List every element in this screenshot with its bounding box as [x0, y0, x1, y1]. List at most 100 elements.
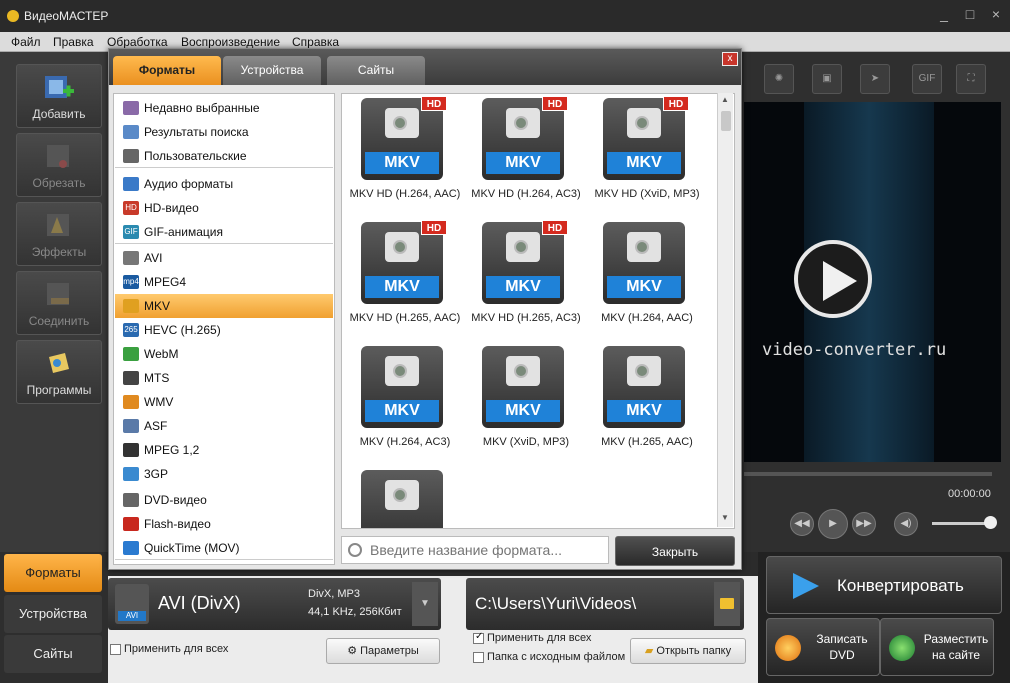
scroll-up-icon[interactable]: ▲: [721, 95, 729, 104]
category-item[interactable]: 3GP: [115, 462, 333, 486]
format-tile[interactable]: MKV HD MKV HD (H.265, AAC): [345, 216, 460, 336]
category-item[interactable]: Недавно выбранные: [115, 96, 333, 120]
speed-icon[interactable]: ➤: [860, 64, 890, 94]
format-tile[interactable]: MKV HD MKV HD (XviD, MP3): [587, 94, 700, 212]
format-tile[interactable]: MKV MKV (H.264, AC3): [345, 340, 455, 460]
dialog-close-button[interactable]: Закрыть: [615, 536, 735, 566]
category-item[interactable]: MPEG 1,2: [115, 438, 333, 462]
title-bar: ВидеоМАСТЕР _ □ ×: [0, 0, 1010, 32]
scroll-down-icon[interactable]: ▼: [721, 513, 729, 522]
volume-icon[interactable]: ◀): [894, 512, 918, 536]
close-window-button[interactable]: ×: [986, 6, 1006, 24]
category-item[interactable]: Пользовательские: [115, 144, 333, 168]
format-badge: MKV: [486, 276, 560, 298]
menu-edit[interactable]: Правка: [53, 35, 94, 49]
category-item[interactable]: WebM: [115, 342, 333, 366]
format-tile[interactable]: MKV MKV (H.265, AAC): [587, 340, 697, 460]
format-tile[interactable]: MKV HD MKV HD (H.265, AC3): [466, 216, 581, 336]
format-grid-scrollbar[interactable]: ▲ ▼: [717, 93, 733, 527]
publish-web-button[interactable]: Разместить на сайте: [880, 618, 994, 676]
video-camera-icon: MKV: [603, 222, 685, 304]
tab-sites[interactable]: Сайты: [4, 635, 102, 673]
maximize-button[interactable]: □: [960, 6, 980, 24]
fullscreen-icon[interactable]: ⛶: [956, 64, 986, 94]
bottom-tabs: Форматы Устройства Сайты: [0, 552, 108, 683]
format-tile[interactable]: MKV MKV (H.264, AAC): [587, 216, 697, 336]
scroll-thumb[interactable]: [721, 111, 731, 131]
burn-dvd-button[interactable]: Записать DVD: [766, 618, 880, 676]
category-item[interactable]: AVI: [115, 246, 333, 270]
dialog-tab-formats[interactable]: Форматы: [113, 56, 221, 85]
category-label: AVI: [144, 251, 163, 265]
category-item[interactable]: Flash-видео: [115, 512, 333, 536]
category-item[interactable]: Аудио форматы: [115, 172, 333, 196]
play-button[interactable]: ▶: [818, 509, 848, 539]
category-item[interactable]: DVD-видео: [115, 488, 333, 512]
format-search-input[interactable]: [370, 540, 604, 560]
format-tile[interactable]: MKV HD MKV HD (H.264, AC3): [466, 94, 581, 212]
minimize-button[interactable]: _: [934, 6, 954, 24]
category-item[interactable]: GIF GIF-анимация: [115, 220, 333, 244]
menu-process[interactable]: Обработка: [107, 35, 168, 49]
category-item[interactable]: Результаты поиска: [115, 120, 333, 144]
open-folder-button[interactable]: ▰ Открыть папку: [630, 638, 746, 664]
rewind-button[interactable]: ◀◀: [790, 512, 814, 536]
video-camera-icon: MKV: [603, 346, 685, 428]
dialog-tab-sites[interactable]: Сайты: [327, 56, 425, 85]
category-item[interactable]: mp4 MPEG4: [115, 270, 333, 294]
timeline-slider[interactable]: [744, 472, 992, 476]
dialog-close-icon[interactable]: x: [722, 52, 738, 66]
category-item[interactable]: QuickTime (MOV): [115, 536, 333, 560]
dvd-icon: [123, 493, 139, 507]
apply-all-format-checkbox[interactable]: [110, 644, 121, 655]
big-play-icon[interactable]: [794, 240, 872, 318]
category-item[interactable]: MTS: [115, 366, 333, 390]
gif-icon[interactable]: GIF: [912, 64, 942, 94]
category-item[interactable]: WMV: [115, 390, 333, 414]
phone-icon: [123, 467, 139, 481]
output-path-box[interactable]: C:\Users\Yuri\Videos\: [466, 578, 744, 630]
category-item[interactable]: ASF: [115, 414, 333, 438]
forward-button[interactable]: ▶▶: [852, 512, 876, 536]
tab-formats[interactable]: Форматы: [4, 554, 102, 592]
format-tile[interactable]: MKV HD MKV HD (H.264, AAC): [345, 94, 460, 212]
volume-knob[interactable]: [984, 516, 997, 529]
menu-playback[interactable]: Воспроизведение: [181, 35, 280, 49]
volume-slider[interactable]: [932, 522, 992, 525]
chevron-down-icon[interactable]: ▼: [412, 582, 438, 626]
effects-button[interactable]: Эффекты: [16, 202, 102, 266]
category-item[interactable]: MKV: [115, 294, 333, 318]
category-item[interactable]: 265 HEVC (H.265): [115, 318, 333, 342]
cut-button[interactable]: Обрезать: [16, 133, 102, 197]
category-item[interactable]: HD HD-видео: [115, 196, 333, 220]
tab-devices[interactable]: Устройства: [4, 595, 102, 633]
format-tile[interactable]: MKV MKV (XviD, MP3): [466, 340, 576, 460]
format-tile-label: MKV HD (H.264, AAC): [349, 188, 461, 200]
format-tile[interactable]: [345, 464, 455, 528]
mpeg-icon: [123, 443, 139, 457]
format-grid: MKV HD MKV HD (H.264, AAC) MKV HD MKV HD (H.2…: [341, 93, 735, 529]
parameters-button[interactable]: ⚙ Параметры: [326, 638, 440, 664]
programs-button-label: Программы: [26, 383, 92, 397]
dialog-tab-devices[interactable]: Устройства: [223, 56, 321, 85]
join-icon: [47, 283, 69, 305]
format-search[interactable]: [341, 536, 609, 564]
add-button[interactable]: Добавить: [16, 64, 102, 128]
output-format-box[interactable]: AVI AVI (DivX) DivX, MP3 44,1 KHz, 256Кб…: [108, 578, 441, 630]
menu-help[interactable]: Справка: [292, 35, 339, 49]
apply-all-path-checkbox[interactable]: [473, 631, 484, 644]
menu-file[interactable]: Файл: [11, 35, 41, 49]
gif-icon: GIF: [123, 225, 139, 239]
brightness-icon[interactable]: ✺: [764, 64, 794, 94]
browse-folder-button[interactable]: [714, 582, 740, 626]
crop-icon[interactable]: ▣: [812, 64, 842, 94]
open-folder-icon: ▰: [644, 645, 657, 657]
format-tile-label: MKV HD (H.265, AC3): [471, 312, 581, 324]
programs-button[interactable]: Программы: [16, 340, 102, 404]
join-button[interactable]: Соединить: [16, 271, 102, 335]
camera-lens: [393, 240, 407, 254]
convert-button[interactable]: Конвертировать: [766, 556, 1002, 614]
video-preview[interactable]: video-converter.ru: [744, 102, 1001, 462]
source-folder-checkbox[interactable]: [473, 652, 484, 663]
hd-badge: HD: [542, 96, 568, 111]
